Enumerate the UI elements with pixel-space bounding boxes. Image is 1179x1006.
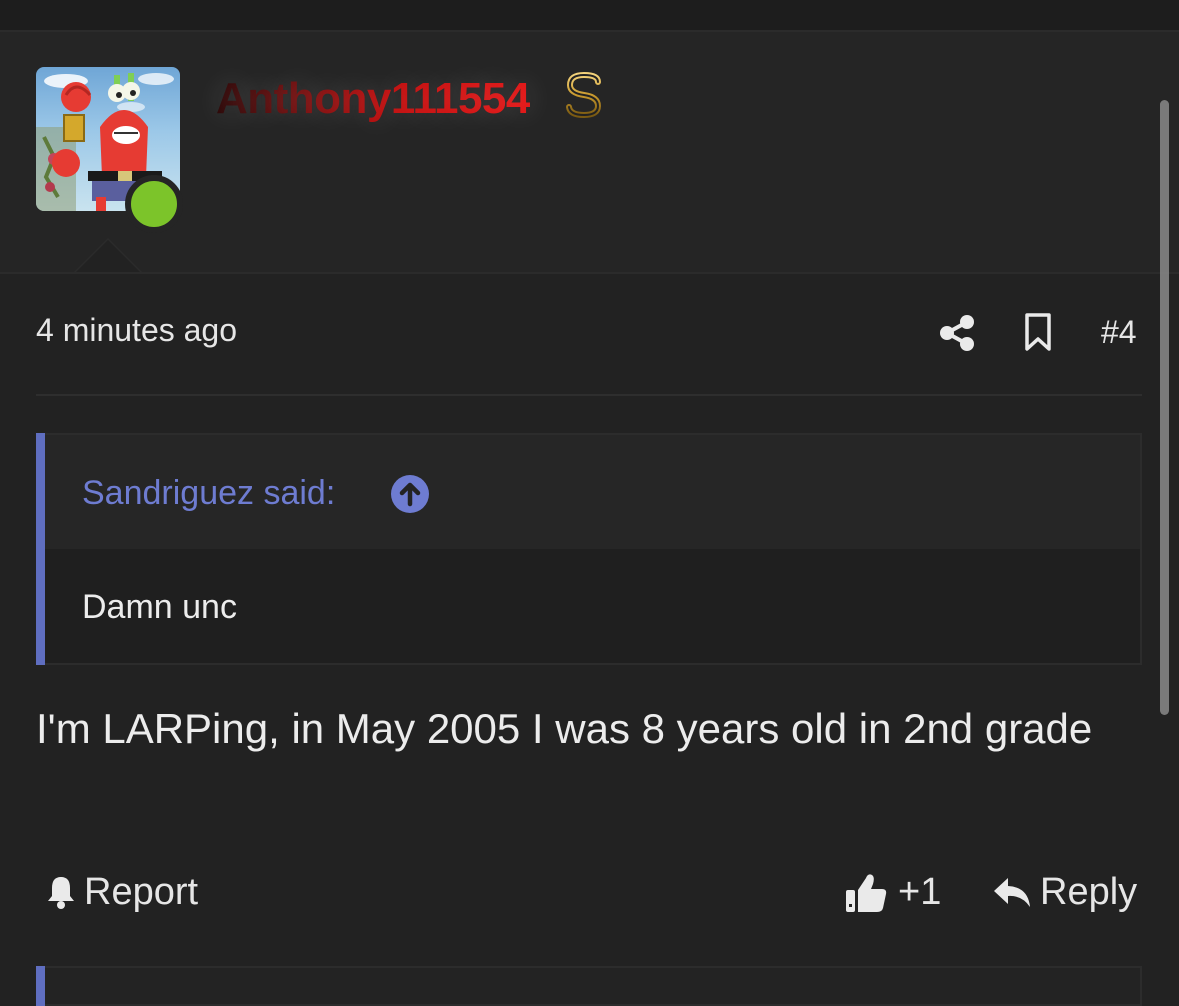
top-strip xyxy=(0,0,1179,32)
reply-label: Reply xyxy=(1040,870,1138,913)
scrollbar-thumb[interactable] xyxy=(1160,100,1169,715)
header-pointer xyxy=(74,238,142,272)
next-post-quote-block xyxy=(36,966,1142,1006)
bookmark-icon[interactable] xyxy=(1022,312,1054,352)
post-timestamp[interactable]: 4 minutes ago xyxy=(36,312,237,349)
like-button[interactable]: +1 xyxy=(844,868,941,916)
online-status-indicator xyxy=(125,175,183,233)
quote-author-link[interactable]: Sandriguez said: xyxy=(82,474,335,513)
post-message: I'm LARPing, in May 2005 I was 8 years o… xyxy=(36,705,1093,752)
reply-button[interactable]: Reply xyxy=(992,868,1137,916)
thumbs-up-icon xyxy=(846,874,887,912)
quote-text: Damn unc xyxy=(82,588,237,626)
dollar-sign-icon xyxy=(566,70,602,120)
share-icon[interactable] xyxy=(938,314,976,352)
like-count: +1 xyxy=(898,870,942,913)
username-link[interactable]: Anthony111554 xyxy=(216,74,530,124)
report-button[interactable]: Report xyxy=(44,870,198,914)
post-number-link[interactable]: #4 xyxy=(1101,314,1137,351)
reply-arrow-icon xyxy=(994,878,1030,907)
divider xyxy=(36,394,1142,396)
bell-icon xyxy=(48,877,74,909)
next-post-quote-accent-bar xyxy=(36,966,45,1006)
report-label: Report xyxy=(84,870,199,913)
quote-accent-bar xyxy=(36,433,45,665)
arrow-up-circle-icon[interactable] xyxy=(391,475,429,513)
